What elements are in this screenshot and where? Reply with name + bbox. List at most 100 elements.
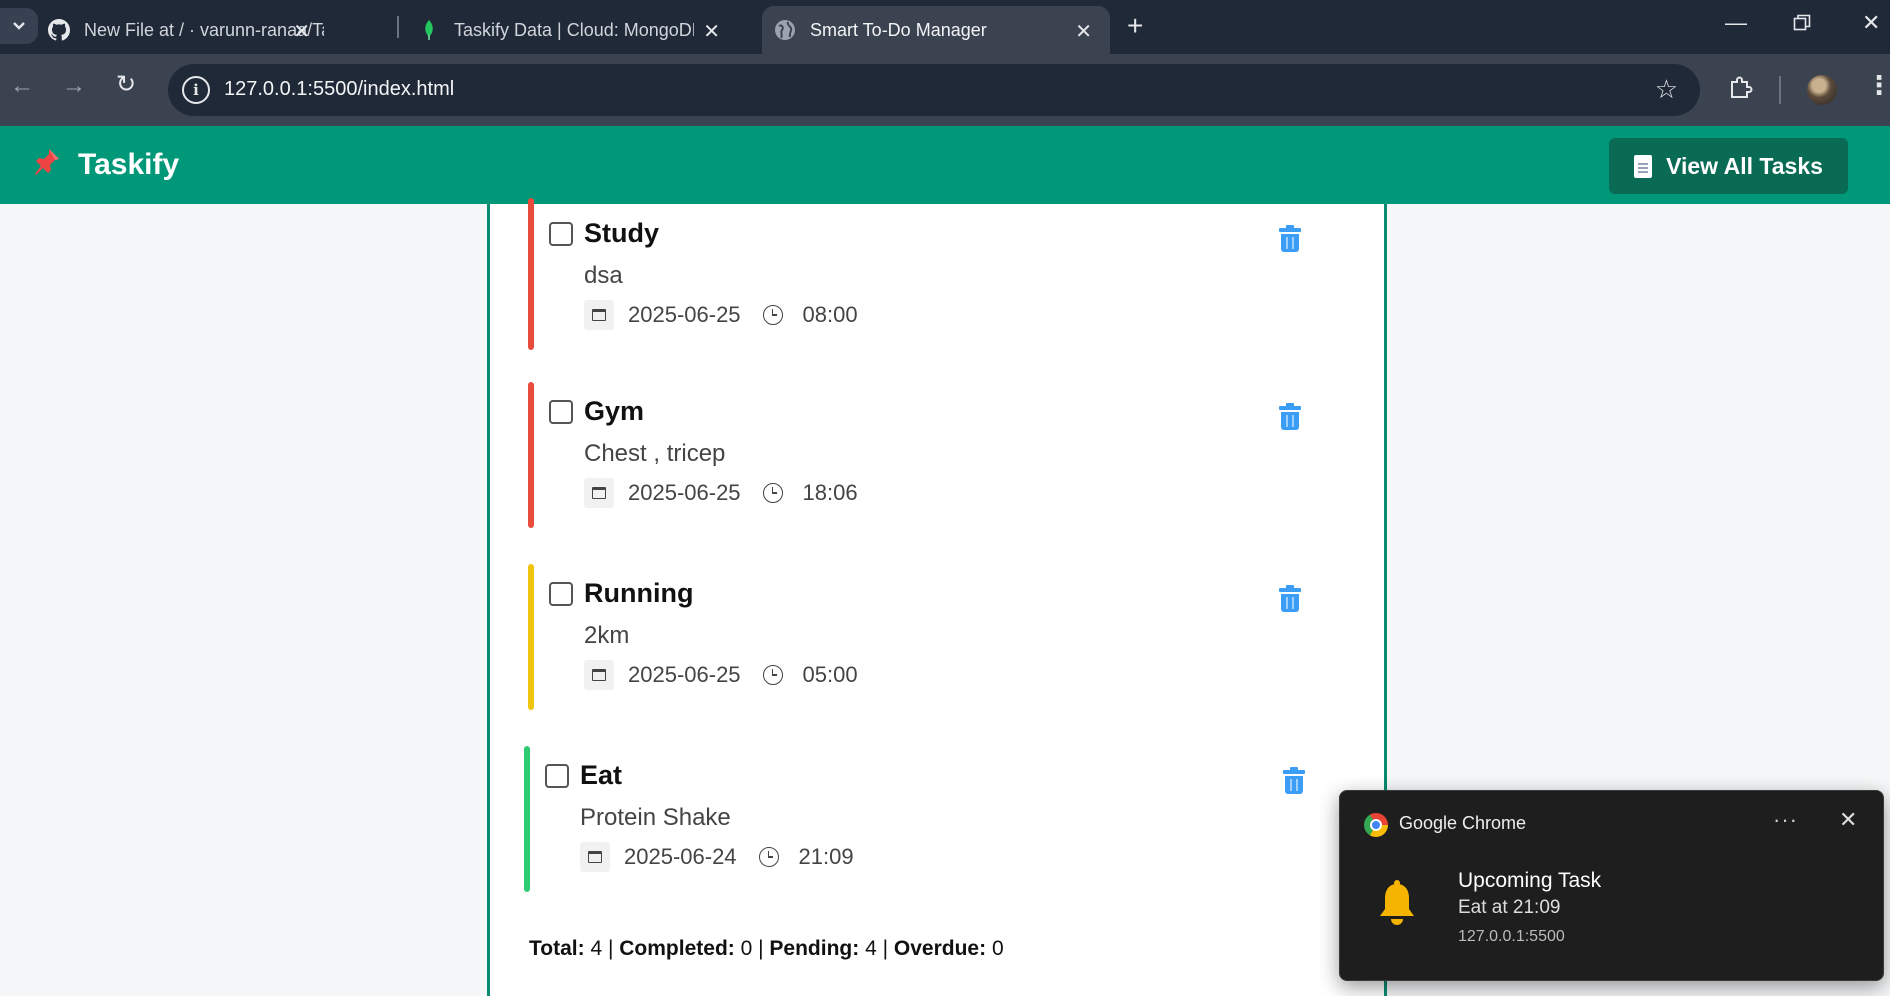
task-title: Gym [584, 396, 645, 426]
close-tab-icon[interactable]: ✕ [293, 19, 310, 44]
task-time: 21:09 [798, 844, 854, 869]
task-meta: 2025-06-25 18:06 [584, 478, 858, 508]
task-stats: Total: 4 | Completed: 0 | Pending: 4 | O… [529, 937, 1004, 960]
stats-completed-label: Completed: [619, 937, 735, 960]
stats-total-value: 4 [590, 937, 603, 960]
task-time: 05:00 [802, 662, 858, 687]
task-card-gym: Gym Chest , tricep 2025-06-25 18:06 [528, 382, 1348, 528]
task-card-running: Running 2km 2025-06-25 05:00 [528, 564, 1348, 710]
mongodb-leaf-icon [418, 19, 440, 41]
calendar-icon [584, 300, 614, 330]
extensions-puzzle-icon[interactable] [1728, 74, 1754, 107]
stats-overdue-label: Overdue: [893, 937, 987, 960]
profile-avatar[interactable] [1807, 75, 1837, 105]
delete-task-trash-icon[interactable] [1279, 225, 1301, 252]
task-date: 2025-06-25 [628, 302, 741, 327]
close-window-icon[interactable]: ✕ [1862, 10, 1880, 36]
brand[interactable]: Taskify [32, 146, 179, 183]
site-info-icon[interactable]: i [182, 76, 210, 104]
delete-task-trash-icon[interactable] [1283, 767, 1305, 794]
notification-title: Upcoming Task [1458, 869, 1602, 892]
reload-icon[interactable]: ↻ [116, 70, 136, 99]
delete-task-trash-icon[interactable] [1279, 585, 1301, 612]
tab-search-dropdown[interactable] [0, 8, 38, 44]
app-header: Taskify View All Tasks [0, 126, 1890, 204]
minimize-icon[interactable]: — [1725, 10, 1747, 36]
task-date: 2025-06-24 [624, 844, 737, 869]
task-complete-checkbox[interactable] [549, 400, 573, 424]
notification-toast[interactable]: Google Chrome ··· ✕ Upcoming Task Eat at… [1339, 790, 1884, 981]
chrome-logo-icon [1364, 813, 1388, 837]
github-icon [48, 19, 70, 41]
task-list-container: Study dsa 2025-06-25 08:00 Gym Chest , t… [487, 198, 1387, 996]
pushpin-icon [32, 146, 62, 183]
task-title: Study [584, 218, 660, 248]
view-all-tasks-label: View All Tasks [1666, 152, 1823, 179]
task-meta: 2025-06-25 08:00 [584, 300, 858, 330]
bell-icon [1376, 880, 1418, 928]
task-card-study: Study dsa 2025-06-25 08:00 [528, 198, 1348, 350]
task-meta: 2025-06-24 21:09 [580, 842, 854, 872]
address-bar[interactable]: i 127.0.0.1:5500/index.html ☆ [168, 64, 1700, 116]
priority-bar-high [528, 198, 534, 350]
view-all-tasks-button[interactable]: View All Tasks [1609, 138, 1848, 194]
priority-bar-low [524, 746, 530, 892]
browser-tab-bar: New File at / · varunn-ranaa/Tas ✕ Taski… [0, 0, 1890, 54]
task-card-eat: Eat Protein Shake 2025-06-24 21:09 [524, 746, 1344, 892]
restore-icon[interactable] [1793, 12, 1811, 38]
chevron-down-icon [13, 22, 25, 30]
calendar-icon [580, 842, 610, 872]
stats-pending-value: 4 [865, 937, 877, 960]
tab-title: Taskify Data | Cloud: MongoDB [454, 19, 694, 40]
forward-arrow-icon[interactable]: → [62, 72, 86, 100]
priority-bar-high [528, 382, 534, 528]
task-complete-checkbox[interactable] [545, 764, 569, 788]
tab-separator [397, 16, 399, 38]
back-arrow-icon[interactable]: ← [10, 72, 34, 100]
task-description: Protein Shake [580, 804, 731, 831]
clock-icon [762, 665, 783, 685]
browser-toolbar: ← → ↻ i 127.0.0.1:5500/index.html ☆ ⋮ [0, 54, 1890, 126]
new-tab-plus-icon[interactable]: + [1127, 10, 1143, 42]
clock-icon [762, 483, 783, 503]
clock-icon [758, 847, 779, 867]
close-tab-icon[interactable]: ✕ [1075, 19, 1092, 44]
stats-pending-label: Pending: [769, 937, 860, 960]
task-date: 2025-06-25 [628, 480, 741, 505]
task-time: 18:06 [802, 480, 858, 505]
notification-origin: 127.0.0.1:5500 [1458, 928, 1565, 945]
tab-mongodb[interactable]: Taskify Data | Cloud: MongoDB ✕ [418, 6, 738, 54]
task-complete-checkbox[interactable] [549, 582, 573, 606]
tab-title: Smart To-Do Manager [810, 19, 987, 40]
notification-body: Eat at 21:09 [1458, 897, 1561, 918]
bookmark-star-icon[interactable]: ☆ [1655, 74, 1678, 105]
task-time: 08:00 [802, 302, 858, 327]
tab-title: New File at / · varunn-ranaa/Tas [84, 19, 324, 40]
tab-smart-todo[interactable]: Smart To-Do Manager ✕ [762, 6, 1110, 54]
priority-bar-medium [528, 564, 534, 710]
url-text[interactable]: 127.0.0.1:5500/index.html [224, 78, 454, 101]
close-tab-icon[interactable]: ✕ [703, 19, 720, 44]
task-meta: 2025-06-25 05:00 [584, 660, 858, 690]
task-description: 2km [584, 622, 630, 649]
delete-task-trash-icon[interactable] [1279, 403, 1301, 430]
brand-name: Taskify [78, 147, 180, 181]
task-title: Eat [580, 760, 623, 790]
task-complete-checkbox[interactable] [549, 222, 573, 246]
task-title: Running [584, 578, 694, 608]
tab-github[interactable]: New File at / · varunn-ranaa/Tas ✕ [48, 6, 328, 54]
toolbar-separator [1779, 76, 1781, 104]
calendar-icon [584, 660, 614, 690]
task-description: Chest , tricep [584, 440, 726, 467]
stats-completed-value: 0 [740, 937, 753, 960]
stats-total-label: Total: [529, 937, 585, 960]
stats-overdue-value: 0 [991, 937, 1004, 960]
notification-app-name: Google Chrome [1399, 813, 1527, 833]
notification-close-icon[interactable]: ✕ [1839, 807, 1857, 833]
task-description: dsa [584, 262, 623, 289]
more-menu-icon[interactable]: ⋮ [1866, 70, 1890, 101]
task-date: 2025-06-25 [628, 662, 741, 687]
notification-more-icon[interactable]: ··· [1773, 807, 1798, 833]
document-icon [1634, 154, 1653, 178]
clock-icon [762, 305, 783, 325]
